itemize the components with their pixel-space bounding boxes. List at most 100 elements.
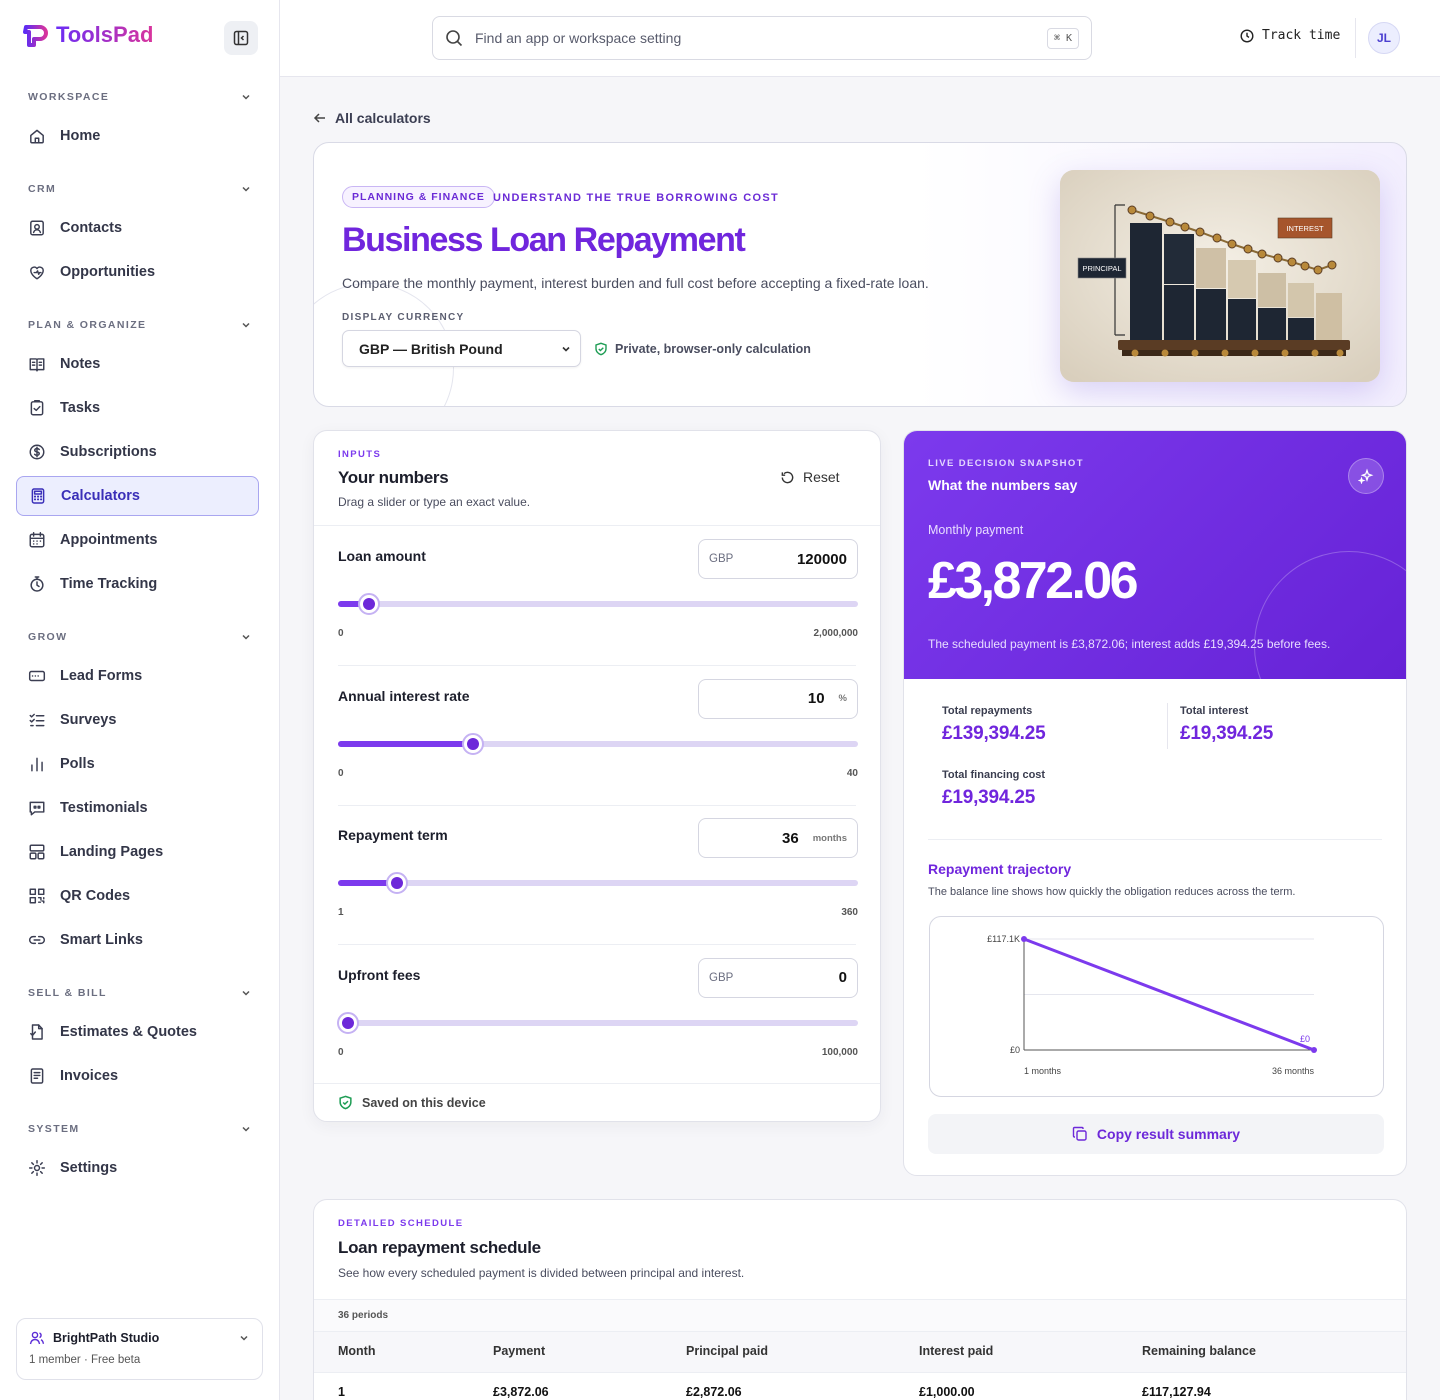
home-icon — [30, 129, 44, 144]
cell-interest: £1,000.00 — [919, 1385, 975, 1399]
upfront-fees-slider[interactable] — [337, 1011, 858, 1034]
chevron-down-icon — [242, 634, 250, 640]
calendar-icon — [29, 531, 45, 548]
search-shortcut: ⌘ K — [1046, 27, 1079, 49]
logo-mark-icon — [23, 25, 48, 47]
sidebar-item-time-tracking[interactable]: Time Tracking — [16, 564, 259, 604]
trajectory-chart-svg: £117.1K £0 1 months 36 months £0 — [987, 934, 1317, 1076]
notes-icon — [29, 358, 45, 372]
user-avatar[interactable]: JL — [1368, 22, 1400, 54]
sidebar-item-contacts[interactable]: Contacts — [16, 208, 259, 248]
app-logo[interactable]: ToolsPad — [22, 22, 153, 48]
calculator-hero: PLANNING & FINANCE UNDERSTAND THE TRUE B… — [313, 142, 1407, 407]
workspace-meta: 1 member · Free beta — [29, 1354, 141, 1366]
sidebar-item-settings[interactable]: Settings — [16, 1148, 259, 1188]
nav-section-workspace[interactable]: WORKSPACE — [28, 91, 252, 103]
slider-max: 360 — [841, 907, 858, 918]
stat-divider — [1167, 703, 1168, 749]
repayment-term-input[interactable]: 36 months — [698, 818, 858, 858]
repayment-term-slider[interactable] — [338, 872, 858, 894]
stat-value: £139,394.25 — [942, 723, 1046, 744]
sidebar-item-label: Tasks — [60, 400, 101, 416]
snapshot-kicker: LIVE DECISION SNAPSHOT — [928, 458, 1084, 469]
workspace-switcher[interactable]: BrightPath Studio 1 member · Free beta — [16, 1318, 263, 1380]
sidebar-item-label: QR Codes — [60, 888, 131, 904]
saved-note-text: Saved on this device — [362, 1095, 486, 1110]
app-name: ToolsPad — [56, 22, 154, 47]
back-link[interactable]: All calculators — [313, 110, 431, 126]
sidebar-item-notes[interactable]: Notes — [16, 344, 259, 384]
slider-thumb[interactable] — [337, 1011, 360, 1034]
snapshot-summary: The scheduled payment is £3,872.06; inte… — [928, 637, 1331, 651]
sidebar-item-label: Notes — [60, 356, 101, 372]
sidebar-item-opportunities[interactable]: Opportunities — [16, 252, 259, 292]
sidebar-item-estimates-quotes[interactable]: Estimates & Quotes — [16, 1012, 259, 1052]
nav-section-sell-bill[interactable]: SELL & BILL — [28, 987, 252, 999]
sidebar-item-tasks[interactable]: Tasks — [16, 388, 259, 428]
chevron-down-icon — [240, 1335, 248, 1341]
chevron-down-icon — [242, 1126, 250, 1132]
data-point — [1021, 935, 1027, 942]
sidebar-item-label: Calculators — [61, 488, 140, 504]
loan-amount-slider[interactable] — [338, 593, 858, 615]
search-icon — [446, 30, 463, 47]
nav-section-grow[interactable]: GROW — [28, 631, 252, 643]
column-header-interest: Interest paid — [919, 1344, 994, 1358]
sidebar-item-subscriptions[interactable]: Subscriptions — [16, 432, 259, 472]
nav-section-plan-organize[interactable]: PLAN & ORGANIZE — [28, 319, 252, 331]
field-annual-interest-rate: Annual interest rate 10 % 0 40 — [338, 666, 858, 806]
divider — [314, 1372, 1406, 1373]
sidebar-item-qr-codes[interactable]: QR Codes — [16, 876, 259, 916]
estimate-icon — [30, 1024, 43, 1040]
survey-icon — [29, 713, 45, 727]
reset-label: Reset — [803, 469, 840, 485]
loan-amount-input[interactable]: GBP 120000 — [698, 539, 858, 579]
sidebar-item-label: Smart Links — [60, 932, 143, 948]
interest-label: INTEREST — [1286, 224, 1324, 233]
copy-summary-button[interactable]: Copy result summary — [928, 1114, 1384, 1154]
sidebar-item-polls[interactable]: Polls — [16, 744, 259, 784]
slider-thumb[interactable] — [358, 593, 381, 615]
slider-thumb[interactable] — [462, 732, 485, 755]
periods-bar: 36 periods — [314, 1300, 1406, 1331]
sidebar-item-appointments[interactable]: Appointments — [16, 520, 259, 560]
stat-value: £19,394.25 — [1180, 723, 1274, 744]
nav-section-crm[interactable]: CRM — [28, 183, 252, 195]
sidebar-item-home[interactable]: Home — [16, 116, 259, 156]
currency-label: DISPLAY CURRENCY — [342, 312, 465, 323]
repayment-schedule-card: DETAILED SCHEDULE Loan repayment schedul… — [313, 1199, 1407, 1400]
sidebar-item-label: Estimates & Quotes — [60, 1024, 197, 1040]
sidebar-item-surveys[interactable]: Surveys — [16, 700, 259, 740]
annual-interest-rate-input[interactable]: 10 % — [698, 678, 858, 719]
sidebar-collapse-button[interactable] — [224, 21, 258, 55]
sidebar-item-calculators[interactable]: Calculators — [16, 476, 259, 516]
sparkle-button[interactable] — [1348, 458, 1384, 494]
currency-select[interactable]: GBP — British Pound — [342, 330, 581, 367]
stopwatch-icon — [30, 576, 44, 592]
users-icon — [29, 1331, 45, 1345]
field-repayment-term: Repayment term 36 months 1 360 — [338, 805, 858, 945]
sidebar-item-invoices[interactable]: Invoices — [16, 1056, 259, 1096]
search-input[interactable]: Find an app or workspace setting ⌘ K — [432, 16, 1092, 60]
x-tick-label: 36 months — [1272, 1066, 1315, 1076]
sidebar-item-testimonials[interactable]: Testimonials — [16, 788, 259, 828]
track-time-button[interactable]: Track time — [1240, 28, 1340, 43]
sidebar-item-lead-forms[interactable]: Lead Forms — [16, 656, 259, 696]
sidebar-item-landing-pages[interactable]: Landing Pages — [16, 832, 259, 872]
topbar-divider — [1355, 18, 1356, 58]
slider-min: 0 — [338, 628, 344, 639]
sidebar-item-label: Landing Pages — [60, 844, 164, 860]
field-value: 36 — [782, 829, 799, 847]
sidebar-item-smart-links[interactable]: Smart Links — [16, 920, 259, 960]
back-link-label: All calculators — [335, 110, 431, 126]
sidebar-item-label: Surveys — [60, 712, 117, 728]
sidebar-item-label: Settings — [60, 1160, 118, 1176]
stat-total-repayments: Total repayments £139,394.25 — [942, 705, 1046, 745]
slider-thumb[interactable] — [385, 872, 408, 894]
annual-interest-rate-slider[interactable] — [338, 732, 858, 755]
field-suffix: months — [812, 832, 847, 844]
reset-button[interactable]: Reset — [780, 469, 840, 485]
upfront-fees-input[interactable]: GBP 0 — [698, 957, 858, 998]
reset-icon — [781, 471, 794, 483]
nav-section-system[interactable]: SYSTEM — [28, 1123, 252, 1135]
